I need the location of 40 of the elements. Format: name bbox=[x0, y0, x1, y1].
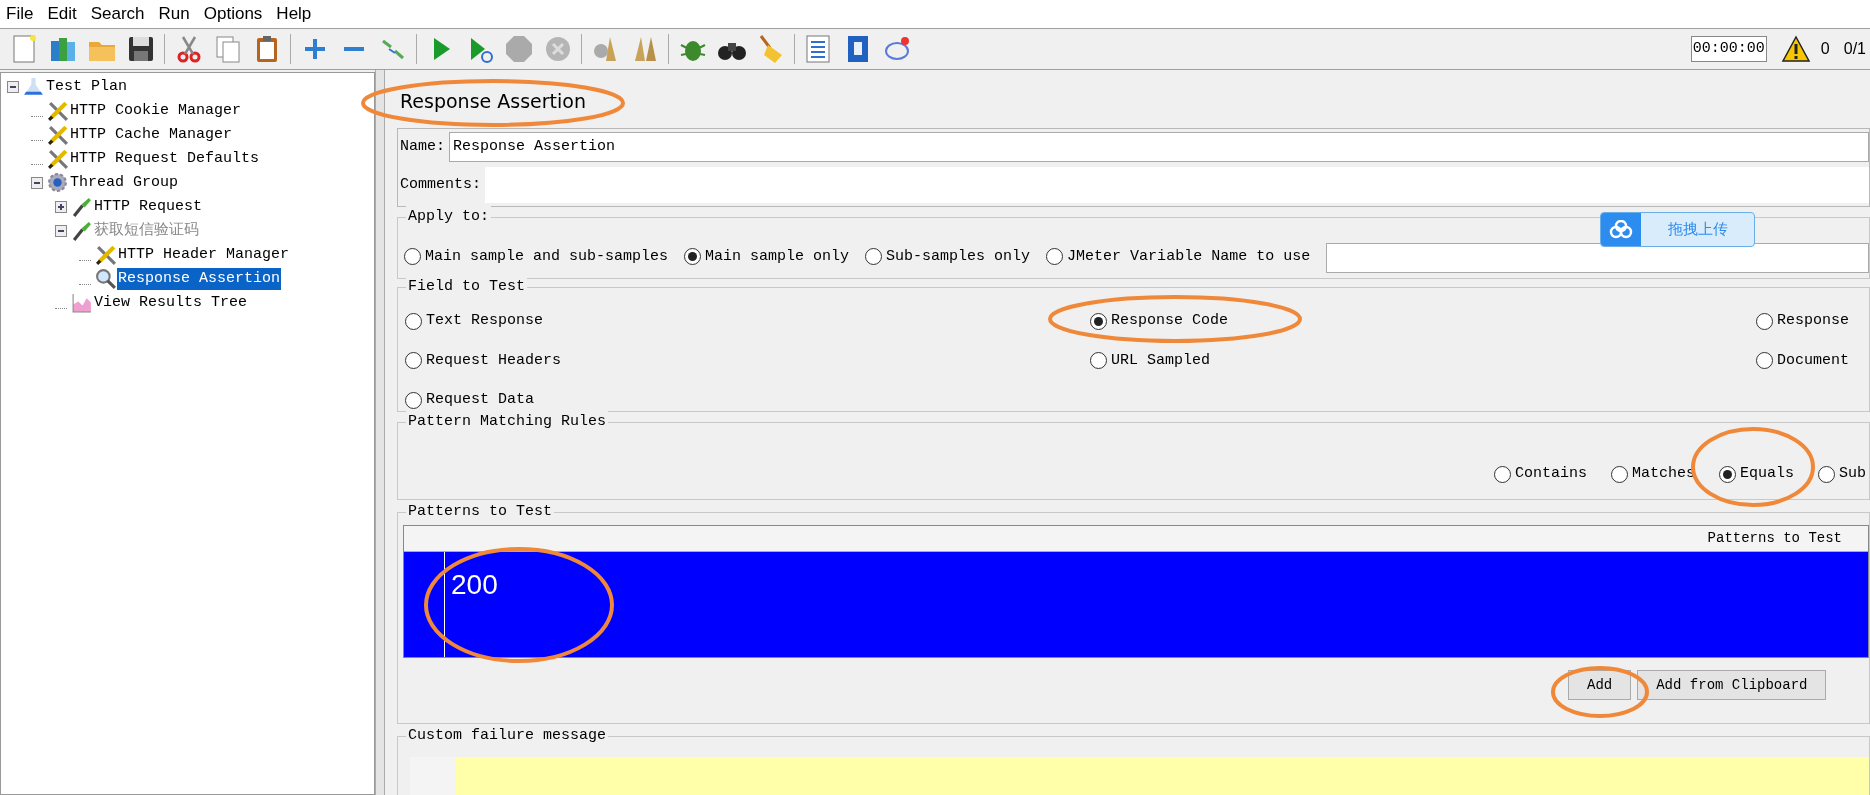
radio-label[interactable]: Sub bbox=[1839, 463, 1867, 486]
tree-item[interactable]: HTTP Cache Manager bbox=[69, 123, 234, 147]
tree-item[interactable]: Thread Group bbox=[69, 171, 180, 195]
tree-item[interactable]: View Results Tree bbox=[93, 291, 249, 315]
radio-label[interactable]: Response Code bbox=[1111, 310, 1229, 333]
radio-label[interactable]: Request Headers bbox=[426, 349, 562, 372]
field-label: Name: bbox=[400, 136, 445, 157]
radio-label[interactable]: JMeter Variable Name to use bbox=[1067, 245, 1311, 268]
name-field[interactable]: Response Assertion bbox=[449, 132, 1869, 162]
field-label: Comments: bbox=[400, 174, 481, 195]
tree-item[interactable]: HTTP Request bbox=[93, 195, 204, 219]
upload-label: 拖拽上传 bbox=[1666, 219, 1729, 240]
menu-item[interactable]: Options bbox=[203, 1, 263, 27]
menu-item[interactable]: Search bbox=[90, 1, 145, 27]
radio-label[interactable]: Contains bbox=[1515, 463, 1587, 486]
action-button[interactable]: Add bbox=[1568, 670, 1632, 700]
column-header: Patterns to Test bbox=[1707, 529, 1842, 548]
radio-label[interactable]: Response bbox=[1777, 310, 1849, 333]
thread-count: 0/1 bbox=[1843, 39, 1866, 59]
radio-label[interactable]: Main sample only bbox=[705, 245, 850, 268]
radio-label[interactable]: Request Data bbox=[426, 389, 535, 412]
radio-label[interactable]: Equals bbox=[1740, 463, 1795, 486]
menu-item[interactable]: Help bbox=[276, 1, 312, 27]
menu-item[interactable]: Run bbox=[158, 1, 190, 27]
menu-item[interactable]: File bbox=[6, 1, 34, 27]
menu-item[interactable]: Edit bbox=[47, 1, 77, 27]
radio-label[interactable]: Text Response bbox=[426, 310, 544, 333]
timer-field: 00:00:00 bbox=[1690, 36, 1767, 62]
tree-item[interactable]: Test Plan bbox=[45, 75, 128, 99]
radio-label[interactable]: Document bbox=[1777, 349, 1849, 372]
radio-label[interactable]: Main sample and sub-samples bbox=[425, 245, 669, 268]
table-cell: 200 bbox=[451, 568, 498, 602]
tree-item[interactable]: HTTP Request Defaults bbox=[69, 147, 261, 171]
panel-title: Response Assertion bbox=[400, 88, 586, 114]
radio-label[interactable]: URL Sampled bbox=[1111, 349, 1211, 372]
radio-label[interactable]: Sub-samples only bbox=[886, 245, 1031, 268]
error-count: 0 bbox=[1820, 39, 1830, 59]
action-button[interactable]: Add from Clipboard bbox=[1637, 670, 1827, 700]
tree-item[interactable]: HTTP Cookie Manager bbox=[69, 99, 243, 123]
radio-label[interactable]: Matches bbox=[1632, 463, 1696, 486]
